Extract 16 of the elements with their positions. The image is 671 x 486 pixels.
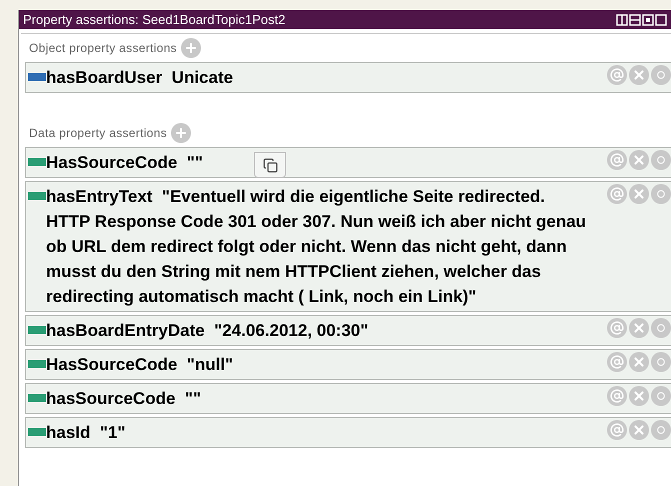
window-title: Property assertions: Seed1BoardTopic1Post2 — [23, 11, 286, 29]
assertion-text: hasBoardUser Unicate — [46, 67, 234, 89]
assertion-row[interactable]: HasSourceCode "null" — [25, 349, 671, 380]
assertion-row[interactable]: hasId "1" — [25, 417, 671, 448]
assertion-text: hasBoardEntryDate "24.06.2012, 00:30" — [46, 320, 368, 342]
assertion-row[interactable]: hasBoardUser Unicate — [25, 62, 671, 93]
assertion-row[interactable]: hasBoardEntryDate "24.06.2012, 00:30" — [25, 315, 671, 346]
assertion-row[interactable]: HasSourceCode "" — [25, 147, 671, 178]
assertion-text: HasSourceCode "null" — [46, 354, 234, 376]
assertion-text: hasSourceCode "" — [46, 388, 202, 410]
assertion-text: hasEntryText "Eventuell wird die eigentliche Seite redirected. HTTP Response Code 301 oder 307. Nun weiß ich aber nicht genau ob URL dem redirect folgt oder nicht. Wenn das nicht geht, dann musst du den String mit nem HTTPClient ziehen, welcher das redirecting automatisch macht ( Link, noch ein Link)" — [46, 186, 588, 308]
assertion-text: HasSourceCode "" — [46, 152, 203, 174]
section-header: Object property assertions — [29, 40, 177, 57]
assertion-text: hasId "1" — [46, 422, 126, 444]
section-header: Data property assertions — [29, 125, 167, 142]
assertion-row[interactable]: hasSourceCode "" — [25, 383, 671, 414]
